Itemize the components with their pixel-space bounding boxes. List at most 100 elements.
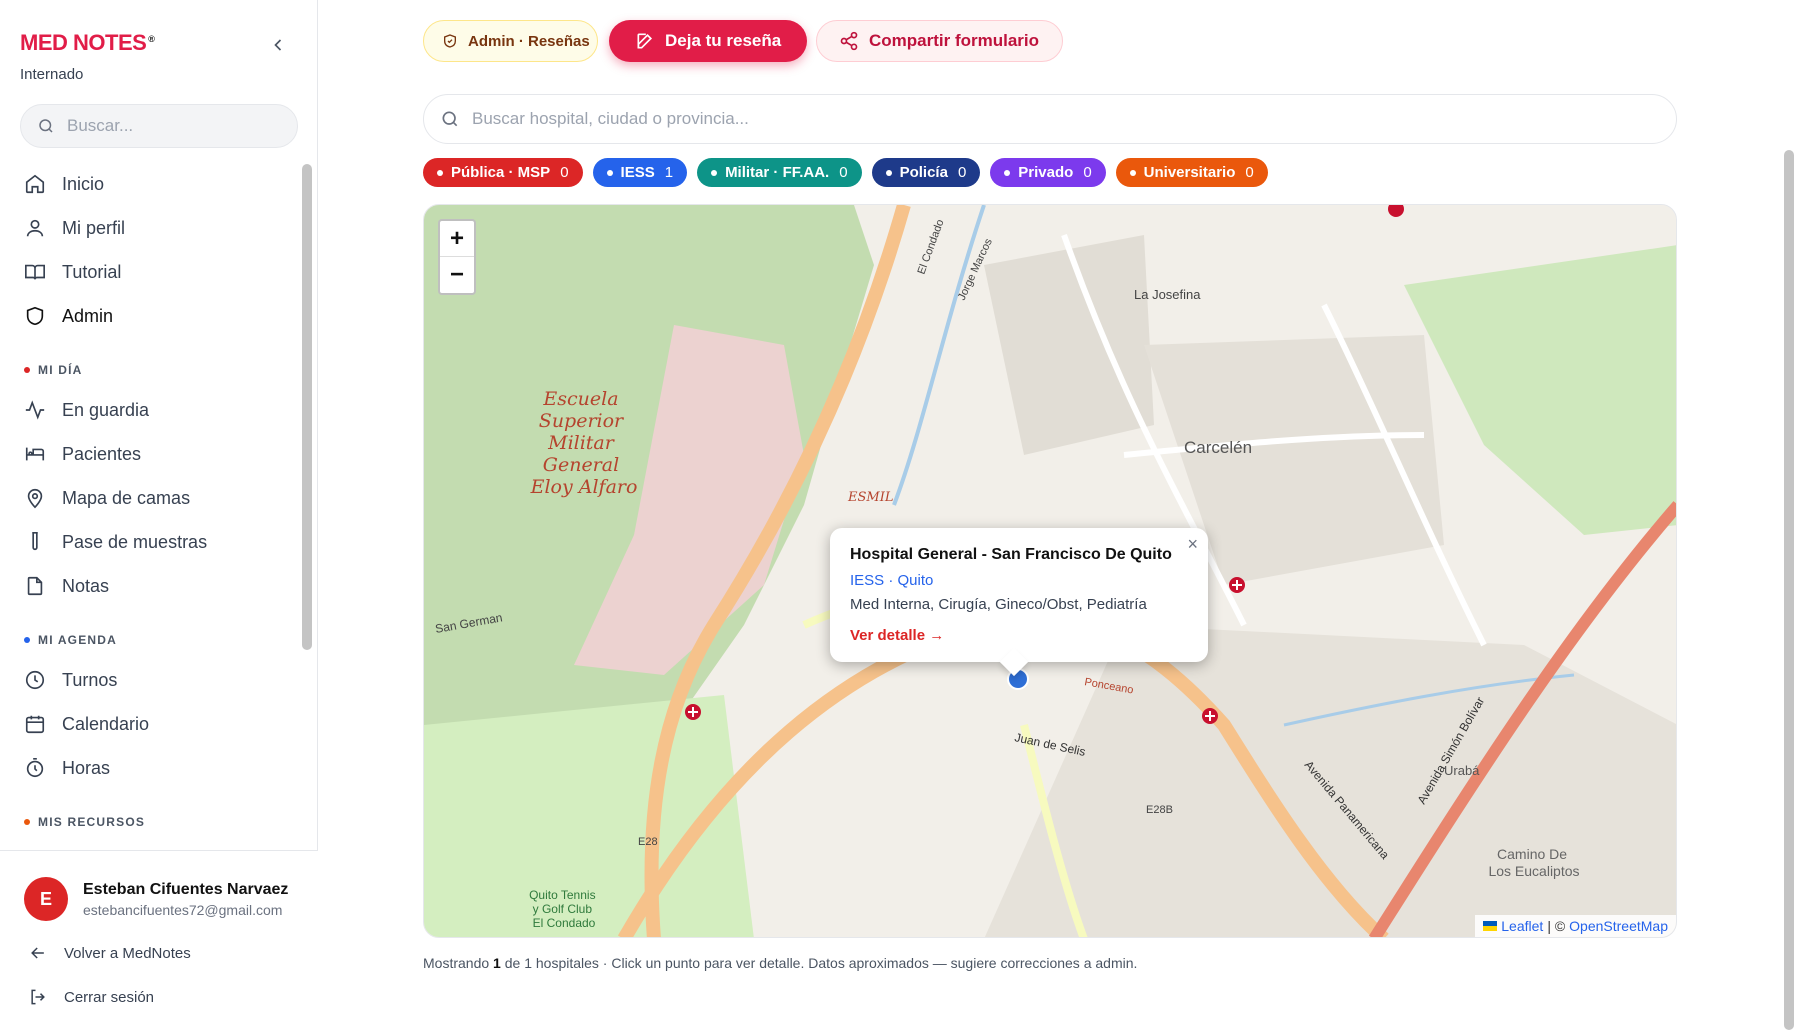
filter-chip-iess[interactable]: IESS 1 <box>592 158 688 187</box>
user-name: Esteban Cifuentes Narvaez <box>83 881 289 898</box>
zoom-out-button[interactable]: − <box>440 257 474 293</box>
chip-count: 0 <box>957 164 967 181</box>
share-form-button[interactable]: Compartir formulario <box>816 20 1063 62</box>
sidebar-item-label: Mapa de camas <box>62 487 191 508</box>
arrow-left-icon <box>31 947 44 959</box>
collapse-sidebar-button[interactable] <box>268 34 288 56</box>
results-footnote: Mostrando 1 de 1 hospitales · Click un p… <box>423 955 1137 971</box>
sidebar-search[interactable] <box>20 104 298 148</box>
section-title: MI DÍA <box>38 363 83 377</box>
write-review-button[interactable]: Deja tu reseña <box>609 20 807 62</box>
map-label-esmil: ESMIL <box>847 490 893 505</box>
hospital-map[interactable]: Escuela Superior Militar General Eloy Al… <box>423 204 1677 938</box>
zoom-control: + − <box>438 219 476 295</box>
sidebar-item-label: Notas <box>62 575 110 596</box>
section-mi-agenda: MI AGENDA <box>0 622 300 658</box>
chip-label: Militar · FF.AA. <box>725 164 830 181</box>
sidebar-item-mi-perfil[interactable]: Mi perfil <box>0 206 300 250</box>
chip-count: 0 <box>1083 164 1092 181</box>
sidebar-item-en-guardia[interactable]: En guardia <box>0 388 300 432</box>
footnote-rest: de 1 hospitales · Click un punto para ve… <box>504 955 1138 971</box>
page-scrollbar[interactable] <box>1780 0 1800 1031</box>
chip-label: Pública · MSP <box>451 164 551 181</box>
chip-dot <box>1129 169 1136 176</box>
leaflet-link[interactable]: Leaflet <box>1501 918 1543 934</box>
sidebar-item-label: Pase de muestras <box>62 531 208 552</box>
sidebar-item-label: Inicio <box>62 173 105 194</box>
page-scrollbar-thumb[interactable] <box>1784 150 1794 1030</box>
sidebar-scrollbar[interactable] <box>302 164 312 650</box>
attribution-separator: | © <box>1547 918 1566 934</box>
filter-chip-policia[interactable]: Policía 0 <box>871 158 981 187</box>
hospital-search-input[interactable] <box>472 109 1372 129</box>
chip-count: 0 <box>560 164 569 181</box>
search-icon <box>39 119 53 133</box>
view-detail-link[interactable]: Ver detalle → <box>850 627 944 644</box>
filter-chip-universitario[interactable]: Universitario 0 <box>1115 158 1268 187</box>
section-title: MIS RECURSOS <box>38 815 146 829</box>
zoom-in-button[interactable]: + <box>440 221 474 257</box>
brand-name: MED NOTES <box>20 30 147 55</box>
app-root: MED NOTES® Internado Inicio Mi perfil Tu… <box>0 0 1800 1031</box>
sidebar-item-inicio[interactable]: Inicio <box>0 162 300 206</box>
test-tube-icon <box>32 532 38 551</box>
ukraine-flag-icon <box>1483 921 1498 931</box>
filter-chip-privado[interactable]: Privado 0 <box>990 158 1106 187</box>
osm-link[interactable]: OpenStreetMap <box>1569 918 1668 934</box>
back-to-mednotes-link[interactable]: Volver a MedNotes <box>28 943 191 963</box>
filter-chip-publica[interactable]: Pública · MSP 0 <box>423 158 583 187</box>
sidebar-item-label: Pacientes <box>62 443 142 464</box>
filter-chips: Pública · MSP 0 IESS 1 Militar · FF.AA. … <box>423 158 1268 187</box>
sidebar-item-label: Horas <box>62 757 111 778</box>
brand-logo[interactable]: MED NOTES ® <box>20 30 155 56</box>
popup-close-button[interactable]: × <box>1187 534 1198 555</box>
sidebar-item-pacientes[interactable]: Pacientes <box>0 432 300 476</box>
calendar-icon <box>25 715 45 734</box>
map-label-e28b: E28B <box>1146 804 1173 816</box>
sidebar-item-notas[interactable]: Notas <box>0 564 300 608</box>
sidebar-item-label: Tutorial <box>62 261 122 282</box>
map-attribution: Leaflet | © OpenStreetMap <box>1475 915 1676 937</box>
activity-icon <box>25 400 45 420</box>
brand-mark: ® <box>148 33 155 44</box>
sidebar-item-mapa-de-camas[interactable]: Mapa de camas <box>0 476 300 520</box>
section-mi-dia: MI DÍA <box>0 352 300 388</box>
chip-dot <box>1004 169 1011 176</box>
avatar[interactable]: E <box>24 877 68 921</box>
footnote-prefix: Mostrando <box>423 955 490 971</box>
chip-dot <box>885 169 892 176</box>
logout-icon <box>31 989 45 1005</box>
sidebar-item-turnos[interactable]: Turnos <box>0 658 300 702</box>
clock-icon <box>25 670 45 690</box>
sidebar-item-label: Admin <box>62 305 114 326</box>
main-content: Admin · Reseñas Deja tu reseña Compartir… <box>318 0 1780 1031</box>
bed-icon <box>25 447 45 461</box>
admin-reviews-button[interactable]: Admin · Reseñas <box>423 20 598 62</box>
share-icon <box>840 31 858 51</box>
sidebar-item-label: Turnos <box>62 669 118 690</box>
sidebar-item-calendario[interactable]: Calendario <box>0 702 300 746</box>
section-dot <box>24 637 30 643</box>
home-icon <box>25 174 45 194</box>
sidebar-item-pase-de-muestras[interactable]: Pase de muestras <box>0 520 300 564</box>
footnote-shown-count: 1 <box>493 955 501 971</box>
logout-link[interactable]: Cerrar sesión <box>28 987 154 1007</box>
sidebar-footer: E Esteban Cifuentes Narvaez estebancifue… <box>0 850 318 1031</box>
sidebar-search-input[interactable] <box>67 116 267 136</box>
section-dot <box>24 819 30 825</box>
sidebar-item-horas[interactable]: Horas <box>0 746 300 790</box>
chip-dot <box>606 169 613 176</box>
sidebar-item-tutorial[interactable]: Tutorial <box>0 250 300 294</box>
brand-subtitle: Internado <box>20 66 84 83</box>
hospital-search[interactable] <box>423 94 1677 144</box>
filter-chip-militar[interactable]: Militar · FF.AA. 0 <box>697 158 862 187</box>
section-title: MI AGENDA <box>38 633 118 647</box>
sidebar-item-admin[interactable]: Admin <box>0 294 300 338</box>
chip-count: 0 <box>1245 164 1254 181</box>
write-review-label: Deja tu reseña <box>665 31 782 50</box>
map-label-golf: Quito Tennis y Golf Club El Condado <box>529 888 599 930</box>
map-pin-icon <box>27 488 43 509</box>
back-label: Volver a MedNotes <box>64 944 191 962</box>
edit-icon <box>637 33 653 49</box>
user-email: estebancifuentes72@gmail.com <box>83 902 283 918</box>
